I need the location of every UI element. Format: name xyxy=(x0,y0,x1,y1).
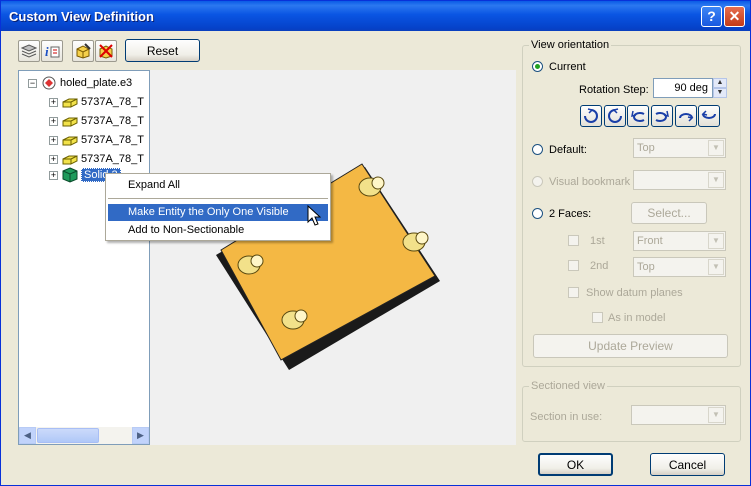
second-face-select[interactable]: Top ▼ xyxy=(633,257,726,277)
tree-item[interactable]: + 5737A_78_T xyxy=(49,131,144,149)
plate-model-render xyxy=(216,163,440,370)
rotation-step-label: Rotation Step: xyxy=(579,84,649,96)
info-icon[interactable]: i xyxy=(41,40,63,62)
mouse-cursor-icon xyxy=(307,205,321,226)
tree-item-label: 5737A_78_T xyxy=(81,96,144,108)
tree-horizontal-scrollbar[interactable]: ◀ ▶ xyxy=(19,427,149,444)
view-orientation-title: View orientation xyxy=(529,39,612,51)
section-in-use-select[interactable]: ▼ xyxy=(631,405,726,425)
bolt xyxy=(402,231,429,252)
hide-entity-icon[interactable] xyxy=(95,40,117,62)
visual-bookmark-select[interactable]: ▼ xyxy=(633,170,726,190)
rotation-step-input[interactable]: 90 deg xyxy=(653,78,713,98)
menu-item-make-only-visible[interactable]: Make Entity the Only One Visible xyxy=(108,204,328,221)
tilt-left-button[interactable] xyxy=(627,105,649,127)
reset-button[interactable]: Reset xyxy=(125,39,200,62)
sectioned-view-title: Sectioned view xyxy=(529,380,607,392)
collapse-toggle[interactable]: − xyxy=(28,78,37,88)
menu-item-add-non-sectionable[interactable]: Add to Non-Sectionable xyxy=(108,222,328,239)
part-icon xyxy=(62,98,78,108)
as-in-model-checkbox[interactable] xyxy=(592,312,603,323)
first-face-label: 1st xyxy=(590,235,605,247)
entity-tree[interactable]: − holed_plate.e3 + 5737A_78_T + 5737A_78… xyxy=(18,70,150,445)
box-pen-icon[interactable] xyxy=(72,40,94,62)
second-face-label: 2nd xyxy=(590,260,609,272)
chevron-down-icon: ▼ xyxy=(708,259,724,275)
solid-icon xyxy=(62,167,78,183)
ok-button[interactable]: OK xyxy=(538,453,613,476)
two-faces-label: 2 Faces: xyxy=(549,208,592,220)
chevron-down-icon: ▼ xyxy=(708,233,724,249)
show-datum-label: Show datum planes xyxy=(586,287,683,299)
show-datum-checkbox[interactable] xyxy=(568,287,579,298)
cancel-button[interactable]: Cancel xyxy=(650,453,725,476)
first-face-value: Front xyxy=(637,235,663,247)
scroll-left-button[interactable]: ◀ xyxy=(19,427,36,444)
tree-root[interactable]: − holed_plate.e3 xyxy=(28,74,132,92)
default-radio[interactable] xyxy=(532,144,543,155)
part-icon xyxy=(62,155,78,165)
spin-down-icon xyxy=(701,110,716,119)
rotate-ccw-button[interactable] xyxy=(604,105,626,127)
rotate-ccw-icon xyxy=(608,108,622,123)
scroll-right-button[interactable]: ▶ xyxy=(132,427,149,444)
current-radio[interactable] xyxy=(532,61,543,72)
title-bar[interactable]: Custom View Definition ? ✕ xyxy=(1,1,750,31)
tree-item[interactable]: + 5737A_78_T xyxy=(49,93,144,111)
tree-item[interactable]: + 5737A_78_T xyxy=(49,112,144,130)
chevron-down-icon: ▼ xyxy=(708,140,724,156)
as-in-model-label: As in model xyxy=(608,312,666,324)
expand-toggle[interactable]: + xyxy=(49,154,58,164)
assembly-icon xyxy=(42,76,56,90)
spin-up-button[interactable]: ▲ xyxy=(713,78,727,88)
spin-up-icon xyxy=(679,113,694,122)
custom-view-dialog: Custom View Definition ? ✕ i Reset − hol… xyxy=(0,0,751,486)
expand-toggle[interactable]: + xyxy=(49,135,58,145)
first-face-select[interactable]: Front ▼ xyxy=(633,231,726,251)
default-label: Default: xyxy=(549,144,587,156)
context-menu: Expand All Make Entity the Only One Visi… xyxy=(105,173,331,241)
close-button[interactable]: ✕ xyxy=(724,6,745,27)
default-view-value: Top xyxy=(637,142,655,154)
tree-item-label: 5737A_78_T xyxy=(81,115,144,127)
expand-toggle[interactable]: + xyxy=(49,97,58,107)
part-icon xyxy=(62,117,78,127)
visual-bookmark-radio[interactable] xyxy=(532,176,543,187)
spin-down-button[interactable]: ▼ xyxy=(713,88,727,98)
second-face-checkbox[interactable] xyxy=(568,260,579,271)
scroll-thumb[interactable] xyxy=(37,428,99,443)
chevron-down-icon: ▼ xyxy=(708,172,724,188)
spin-down-view-button[interactable] xyxy=(698,105,720,127)
update-preview-button[interactable]: Update Preview xyxy=(533,334,728,358)
layers-icon[interactable] xyxy=(18,40,40,62)
chevron-down-icon: ▼ xyxy=(708,407,724,423)
help-button[interactable]: ? xyxy=(701,6,722,27)
rotate-cw-button[interactable] xyxy=(580,105,602,127)
default-view-select[interactable]: Top ▼ xyxy=(633,138,726,158)
tree-item-label: 5737A_78_T xyxy=(81,153,144,165)
first-face-checkbox[interactable] xyxy=(568,235,579,246)
spin-up-view-button[interactable] xyxy=(675,105,697,127)
part-icon xyxy=(62,136,78,146)
select-faces-button[interactable]: Select... xyxy=(631,202,707,224)
tilt-right-button[interactable] xyxy=(651,105,673,127)
tilt-right-icon xyxy=(655,110,669,122)
rotate-cw-icon xyxy=(584,108,598,123)
window-title: Custom View Definition xyxy=(9,9,154,24)
svg-text:i: i xyxy=(45,44,49,59)
second-face-value: Top xyxy=(637,261,655,273)
tree-item-label: 5737A_78_T xyxy=(81,134,144,146)
model-preview-viewport[interactable] xyxy=(150,70,516,445)
menu-item-expand-all[interactable]: Expand All xyxy=(108,177,328,194)
expand-toggle[interactable]: + xyxy=(49,116,58,126)
menu-separator xyxy=(108,198,328,199)
expand-toggle[interactable]: + xyxy=(49,170,58,180)
visual-bookmark-label: Visual bookmark xyxy=(549,176,631,188)
two-faces-radio[interactable] xyxy=(532,208,543,219)
current-label: Current xyxy=(549,61,586,73)
section-in-use-label: Section in use: xyxy=(530,411,603,423)
tilt-left-icon xyxy=(631,110,645,122)
tree-root-label: holed_plate.e3 xyxy=(60,77,133,89)
